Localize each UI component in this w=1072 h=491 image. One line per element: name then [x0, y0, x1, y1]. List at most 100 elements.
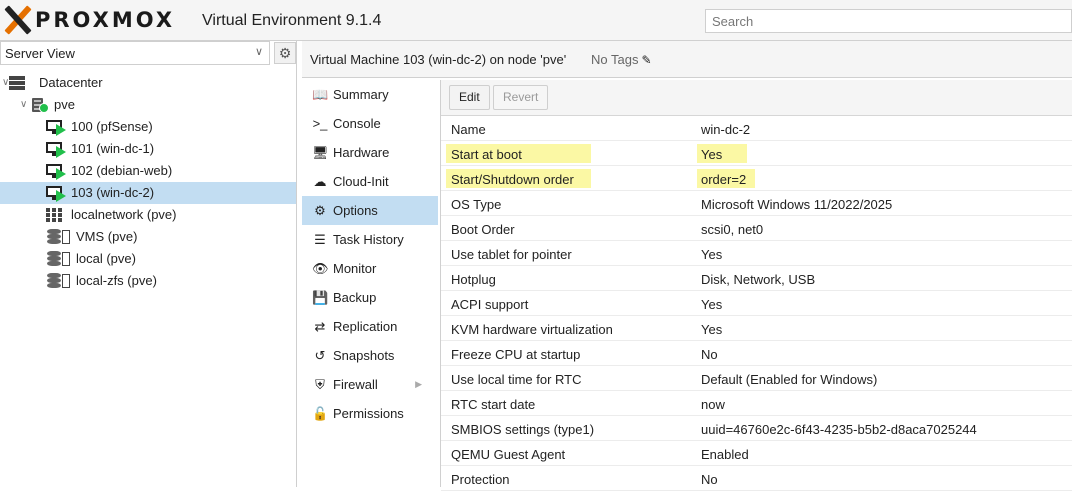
tree-item-label: 101 (win-dc-1) — [71, 141, 155, 156]
table-row[interactable]: Boot Order scsi0, net0 — [441, 216, 1072, 241]
tree-item-label: Datacenter — [39, 75, 103, 90]
tree-item[interactable]: ∨ Datacenter — [0, 72, 296, 94]
table-row[interactable]: ACPI support Yes — [441, 291, 1072, 316]
storage-icon — [46, 229, 70, 245]
table-row[interactable]: Start at boot Yes — [441, 141, 1072, 166]
option-value: Yes — [701, 322, 723, 337]
table-row[interactable]: KVM hardware virtualization Yes — [441, 316, 1072, 341]
nav-item-permissions[interactable]: 🔓 Permissions — [302, 399, 438, 428]
vm-running-icon — [46, 163, 66, 180]
vm-panel: Virtual Machine 103 (win-dc-2) on node '… — [302, 41, 1072, 491]
tree-item-label: local-zfs (pve) — [76, 273, 157, 288]
tree-item[interactable]: 101 (win-dc-1) — [0, 138, 296, 160]
history-icon: ↺ — [314, 348, 326, 363]
option-value: Enabled — [701, 447, 749, 462]
tree-item[interactable]: ∨ pve — [0, 94, 296, 116]
table-row[interactable]: RTC start date now — [441, 391, 1072, 416]
book-icon: 📖 — [312, 87, 329, 102]
app-version: Virtual Environment 9.1.4 — [202, 12, 382, 29]
nav-item-label: Cloud-Init — [333, 174, 389, 189]
option-key: Start at boot — [451, 147, 522, 162]
option-key: SMBIOS settings (type1) — [451, 422, 595, 437]
option-key: QEMU Guest Agent — [451, 447, 566, 462]
tree-item-label: localnetwork (pve) — [71, 207, 177, 222]
tree-collapse-toggle[interactable]: ∨ — [20, 94, 27, 116]
retweet-icon: ⇄ — [314, 319, 326, 334]
nav-item-console[interactable]: >_ Console — [302, 109, 438, 138]
nav-item-label: Task History — [333, 232, 404, 247]
view-select[interactable]: Server View ∨ — [0, 41, 270, 65]
list-icon: ☰ — [314, 232, 326, 247]
option-value: Default (Enabled for Windows) — [701, 372, 878, 387]
table-row[interactable]: Hotplug Disk, Network, USB — [441, 266, 1072, 291]
nav-item-task-history[interactable]: ☰ Task History — [302, 225, 438, 254]
tree-item[interactable]: VMS (pve) — [0, 226, 296, 248]
tree-item-label: 103 (win-dc-2) — [71, 185, 155, 200]
table-row[interactable]: Name win-dc-2 — [441, 116, 1072, 141]
chevron-right-icon[interactable]: ▶ — [415, 370, 422, 399]
nav-item-hardware[interactable]: 🖥 Hardware — [302, 138, 438, 167]
tree-item-label: 100 (pfSense) — [71, 119, 153, 134]
vm-running-icon — [46, 119, 66, 136]
nav-item-monitor[interactable]: 👁 Monitor — [302, 254, 438, 283]
nav-item-cloud-init[interactable]: ☁ Cloud-Init — [302, 167, 438, 196]
nav-item-label: Firewall — [333, 377, 378, 392]
table-row[interactable]: Protection No — [441, 466, 1072, 491]
search-input[interactable] — [705, 9, 1072, 33]
pencil-icon[interactable]: ✎ — [641, 53, 651, 67]
tree-item-label: 102 (debian-web) — [71, 163, 173, 178]
nav-item-label: Backup — [333, 290, 377, 305]
option-key: Use tablet for pointer — [451, 247, 572, 262]
options-content: Edit Revert Name win-dc-2 Start at boot Yes… — [440, 80, 1072, 491]
eye-icon: 👁 — [312, 261, 329, 276]
table-row[interactable]: QEMU Guest Agent Enabled — [441, 441, 1072, 466]
table-row[interactable]: Start/Shutdown order order=2 — [441, 166, 1072, 191]
nav-item-label: Replication — [333, 319, 398, 334]
tree-item-label: pve — [54, 97, 75, 112]
edit-button[interactable]: Edit — [449, 85, 490, 110]
option-value: Yes — [701, 147, 723, 162]
nav-item-options[interactable]: ⚙ Options — [302, 196, 438, 225]
option-value: No — [701, 347, 718, 362]
monitor-icon: 🖥 — [312, 145, 329, 160]
top-header: PROXMOX Virtual Environment 9.1.4 — [0, 0, 1072, 41]
table-row[interactable]: Use tablet for pointer Yes — [441, 241, 1072, 266]
option-value: Yes — [701, 297, 723, 312]
tree-item[interactable]: 103 (win-dc-2) — [0, 182, 296, 204]
tags-label: No Tags — [591, 52, 639, 67]
nav-item-label: Summary — [333, 87, 389, 102]
option-value: scsi0, net0 — [701, 222, 764, 237]
unlock-icon: 🔓 — [312, 406, 329, 421]
nav-item-replication[interactable]: ⇄ Replication — [302, 312, 438, 341]
vm-running-icon — [46, 141, 66, 158]
nav-item-firewall[interactable]: ⛨ Firewall ▶ — [302, 370, 438, 399]
nav-item-snapshots[interactable]: ↺ Snapshots — [302, 341, 438, 370]
proxmox-logo[interactable]: PROXMOX — [3, 5, 175, 35]
table-row[interactable]: OS Type Microsoft Windows 11/2022/2025 — [441, 191, 1072, 216]
revert-button[interactable]: Revert — [493, 85, 549, 110]
shield-icon: ⛨ — [315, 377, 325, 392]
tree-item[interactable]: 100 (pfSense) — [0, 116, 296, 138]
tree-item[interactable]: 102 (debian-web) — [0, 160, 296, 182]
tree-item-label: local (pve) — [76, 251, 136, 266]
resource-tree-panel: Server View ∨ ⚙ ∨ Datacenter ∨ pve 100 (pfSe… — [0, 41, 297, 487]
table-row[interactable]: Freeze CPU at startup No — [441, 341, 1072, 366]
tree-item[interactable]: local-zfs (pve) — [0, 270, 296, 292]
tree-item[interactable]: local (pve) — [0, 248, 296, 270]
table-row[interactable]: SMBIOS settings (type1) uuid=46760e2c-6f4… — [441, 416, 1072, 441]
nav-item-label: Options — [333, 203, 378, 218]
storage-icon — [46, 273, 70, 289]
gear-icon: ⚙ — [314, 203, 326, 218]
tree-item[interactable]: localnetwork (pve) — [0, 204, 296, 226]
nav-item-backup[interactable]: 💾 Backup — [302, 283, 438, 312]
tree-item-label: VMS (pve) — [76, 229, 138, 244]
nav-item-label: Permissions — [333, 406, 404, 421]
table-row[interactable]: Use local time for RTC Default (Enabled f… — [441, 366, 1072, 391]
option-key: ACPI support — [451, 297, 529, 312]
gear-icon[interactable]: ⚙ — [274, 42, 296, 64]
nav-item-label: Snapshots — [333, 348, 395, 363]
storage-icon — [46, 251, 70, 267]
tags-edit[interactable]: No Tags ✎ — [591, 52, 652, 67]
option-value: now — [701, 397, 725, 412]
nav-item-summary[interactable]: 📖 Summary — [302, 80, 438, 109]
